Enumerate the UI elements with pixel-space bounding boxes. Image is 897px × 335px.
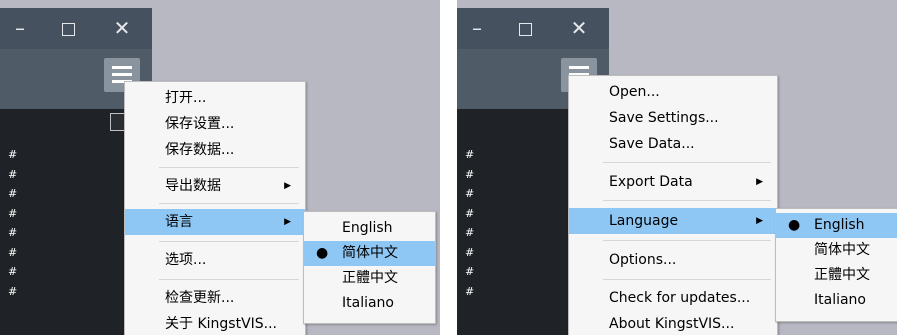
menu-item-label: About KingstVIS... xyxy=(609,316,735,332)
hash-mark: # xyxy=(8,148,18,161)
menu-separator xyxy=(159,279,299,280)
hash-mark: # xyxy=(465,226,475,239)
left-screenshot-panel: – ✕ # # # # # # # # 打开... 保存设置... 保存数据..… xyxy=(0,0,440,335)
menu-item-label: Save Settings... xyxy=(609,110,719,126)
hash-mark: # xyxy=(465,167,475,181)
right-screenshot-panel: – ✕ # # # # # # # # Open... Save Setting… xyxy=(457,0,897,335)
hash-mark: # xyxy=(465,245,475,259)
selected-dot-icon: ● xyxy=(788,217,801,233)
menu-item-about[interactable]: 关于 KingstVIS... xyxy=(125,311,305,335)
menu-separator xyxy=(603,279,771,280)
menu-item-label: 语言 xyxy=(165,214,193,230)
main-menu: 打开... 保存设置... 保存数据... 导出数据 ▶ 语言 ▶ 选项... 检查… xyxy=(124,81,306,335)
language-option-traditional-chinese[interactable]: 正體中文 xyxy=(304,266,435,291)
language-option-simplified-chinese[interactable]: ● 简体中文 xyxy=(304,241,435,266)
hamburger-icon xyxy=(112,66,132,69)
menu-item-label: Language xyxy=(609,213,679,229)
menu-item-label: Save Data... xyxy=(609,136,695,152)
language-option-italiano[interactable]: Italiano xyxy=(776,288,897,313)
menu-item-label: Open... xyxy=(609,84,660,100)
menu-item-options[interactable]: 选项... xyxy=(125,247,305,273)
language-option-english[interactable]: English xyxy=(304,216,435,241)
hash-mark: # xyxy=(8,206,18,220)
menu-separator xyxy=(603,162,771,163)
menu-item-label: 选项... xyxy=(165,252,207,268)
hash-mark: # xyxy=(465,265,475,278)
hash-column: # # # # # # # # xyxy=(8,145,17,301)
language-submenu: English ● 简体中文 正體中文 Italiano xyxy=(303,211,436,324)
menu-item-save-settings[interactable]: Save Settings... xyxy=(569,105,777,131)
menu-item-save-data[interactable]: 保存数据... xyxy=(125,137,305,163)
menu-item-check-updates[interactable]: 检查更新... xyxy=(125,285,305,311)
menu-separator xyxy=(159,241,299,242)
submenu-arrow-icon: ▶ xyxy=(284,181,291,191)
menu-item-open[interactable]: 打开... xyxy=(125,85,305,111)
menu-separator xyxy=(159,167,299,168)
hash-mark: # xyxy=(8,187,18,200)
hash-mark: # xyxy=(8,167,18,181)
language-option-italiano[interactable]: Italiano xyxy=(304,291,435,316)
hash-mark: # xyxy=(465,206,475,220)
menu-separator xyxy=(603,200,771,201)
submenu-arrow-icon: ▶ xyxy=(284,217,291,227)
minimize-button[interactable]: – xyxy=(457,8,497,49)
language-option-label: 正體中文 xyxy=(814,267,870,283)
hash-mark: # xyxy=(8,245,18,259)
submenu-arrow-icon: ▶ xyxy=(756,216,763,226)
maximize-button[interactable] xyxy=(505,8,545,49)
language-option-label: 简体中文 xyxy=(814,242,870,258)
hash-mark: # xyxy=(465,187,475,200)
menu-item-export-data[interactable]: 导出数据 ▶ xyxy=(125,173,305,199)
hamburger-icon xyxy=(569,66,589,69)
menu-item-save-settings[interactable]: 保存设置... xyxy=(125,111,305,137)
hash-mark: # xyxy=(8,284,18,298)
menu-separator xyxy=(159,203,299,204)
menu-item-label: Options... xyxy=(609,252,677,268)
minimize-button[interactable]: – xyxy=(0,8,40,49)
submenu-arrow-icon: ▶ xyxy=(756,177,763,187)
close-button[interactable]: ✕ xyxy=(102,8,142,49)
menu-item-open[interactable]: Open... xyxy=(569,79,777,105)
language-option-label: Italiano xyxy=(814,292,866,308)
language-option-english[interactable]: ● English xyxy=(776,213,897,238)
language-option-label: 正體中文 xyxy=(342,270,398,286)
maximize-icon xyxy=(518,23,532,36)
main-menu: Open... Save Settings... Save Data... Ex… xyxy=(568,75,778,335)
menu-item-label: 打开... xyxy=(165,90,207,106)
hash-mark: # xyxy=(8,265,18,278)
menu-item-about[interactable]: About KingstVIS... xyxy=(569,311,777,335)
title-bar: – ✕ xyxy=(0,8,152,49)
menu-item-label: 导出数据 xyxy=(165,178,221,194)
menu-item-check-updates[interactable]: Check for updates... xyxy=(569,285,777,311)
maximize-button[interactable] xyxy=(48,8,88,49)
menu-item-language[interactable]: 语言 ▶ xyxy=(125,209,305,235)
close-button[interactable]: ✕ xyxy=(559,8,599,49)
menu-separator xyxy=(603,240,771,241)
menu-item-label: 保存设置... xyxy=(165,116,235,132)
hamburger-icon-line xyxy=(112,73,132,76)
language-submenu: ● English 简体中文 正體中文 Italiano xyxy=(775,208,897,322)
menu-item-language[interactable]: Language ▶ xyxy=(569,208,777,234)
hash-mark: # xyxy=(465,148,475,161)
hash-column: # # # # # # # # xyxy=(465,145,474,301)
language-option-label: English xyxy=(814,217,865,233)
maximize-icon xyxy=(61,23,75,36)
menu-item-label: 关于 KingstVIS... xyxy=(165,316,278,332)
menu-item-label: Check for updates... xyxy=(609,290,751,306)
hash-mark: # xyxy=(8,226,18,239)
language-option-label: English xyxy=(342,220,393,236)
hash-mark: # xyxy=(465,284,475,298)
menu-item-label: 保存数据... xyxy=(165,142,235,158)
language-option-label: Italiano xyxy=(342,295,394,311)
menu-item-export-data[interactable]: Export Data ▶ xyxy=(569,169,777,195)
menu-item-options[interactable]: Options... xyxy=(569,247,777,273)
menu-item-save-data[interactable]: Save Data... xyxy=(569,131,777,157)
menu-item-label: 检查更新... xyxy=(165,290,235,306)
language-option-traditional-chinese[interactable]: 正體中文 xyxy=(776,263,897,288)
selected-dot-icon: ● xyxy=(316,245,329,261)
menu-item-label: Export Data xyxy=(609,174,693,190)
language-option-simplified-chinese[interactable]: 简体中文 xyxy=(776,238,897,263)
title-bar: – ✕ xyxy=(457,8,609,49)
language-option-label: 简体中文 xyxy=(342,245,398,261)
